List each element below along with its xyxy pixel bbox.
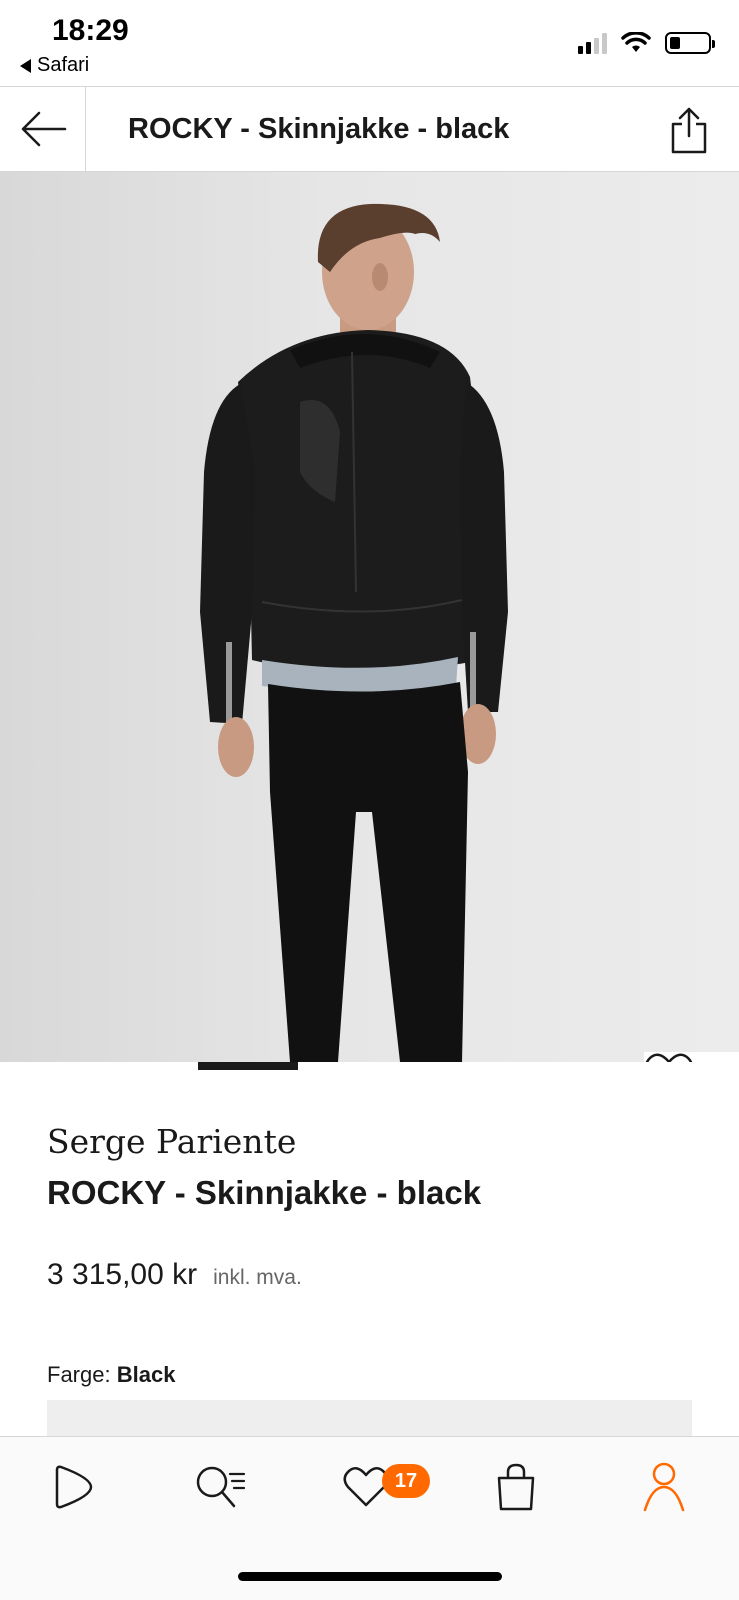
pager-active-indicator bbox=[198, 1062, 298, 1070]
page-header: ROCKY - Skinnjakke - black bbox=[0, 86, 739, 172]
color-label: Farge: bbox=[47, 1362, 111, 1387]
page-title: ROCKY - Skinnjakke - black bbox=[128, 113, 510, 145]
tab-account[interactable] bbox=[634, 1457, 694, 1517]
search-icon bbox=[196, 1466, 246, 1508]
back-button[interactable] bbox=[0, 87, 86, 171]
color-value: Black bbox=[116, 1362, 176, 1387]
share-button[interactable] bbox=[667, 105, 711, 155]
size-select[interactable] bbox=[47, 1400, 692, 1440]
add-to-wishlist-button[interactable] bbox=[644, 1052, 739, 1062]
vat-note: inkl. mva. bbox=[213, 1266, 302, 1289]
tab-home[interactable] bbox=[42, 1457, 102, 1517]
back-triangle-icon bbox=[20, 58, 31, 73]
tab-bag[interactable] bbox=[486, 1457, 546, 1517]
home-indicator[interactable] bbox=[238, 1572, 502, 1581]
share-icon bbox=[671, 107, 707, 154]
battery-icon bbox=[665, 32, 715, 54]
heart-icon bbox=[343, 1467, 389, 1507]
tab-search[interactable] bbox=[190, 1457, 250, 1517]
arrow-left-icon bbox=[21, 111, 66, 147]
status-bar: 18:29 Safari bbox=[0, 0, 739, 86]
play-icon bbox=[55, 1465, 93, 1509]
wifi-icon bbox=[621, 32, 651, 52]
user-icon bbox=[643, 1462, 685, 1512]
product-image[interactable] bbox=[0, 172, 739, 1062]
price-row: 3 315,00 kr inkl. mva. bbox=[47, 1258, 302, 1292]
status-icons bbox=[578, 32, 715, 54]
price: 3 315,00 kr bbox=[47, 1258, 198, 1291]
cellular-signal-icon bbox=[578, 32, 607, 54]
heart-icon bbox=[645, 1053, 693, 1062]
color-row: Farge: Black bbox=[47, 1362, 175, 1388]
wishlist-count-badge: 17 bbox=[382, 1464, 430, 1498]
image-pager bbox=[198, 1062, 598, 1070]
back-app-label: Safari bbox=[37, 54, 90, 76]
product-name: ROCKY - Skinnjakke - black bbox=[47, 1174, 482, 1211]
brand-name[interactable]: Serge Pariente bbox=[47, 1122, 296, 1161]
shopping-bag-icon bbox=[497, 1463, 535, 1511]
status-time: 18:29 bbox=[52, 14, 129, 47]
back-to-app-link[interactable]: Safari bbox=[20, 54, 89, 77]
model-illustration bbox=[200, 203, 508, 1062]
